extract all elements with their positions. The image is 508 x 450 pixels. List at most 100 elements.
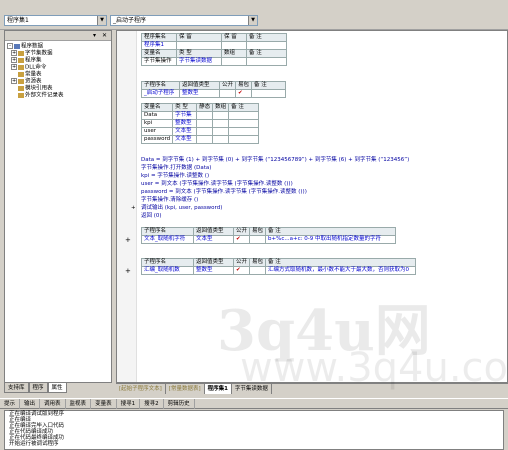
col-header: 易包 [235,81,253,90]
col-header: 备 注 [251,81,287,90]
tab-call-table[interactable]: 调用表 [40,399,66,409]
subprogram-value: _启动子程序 [113,17,147,24]
tab-program[interactable]: 程序 [28,383,48,393]
return-type[interactable]: 文本型 [193,235,234,244]
folder-icon [18,92,24,98]
local-var-type[interactable]: 文本型 [172,135,198,144]
tab-watch-table[interactable]: 监视表 [66,399,92,409]
code-line[interactable]: 字节集操作.清除缓存 () [141,196,198,204]
code-line[interactable]: password = 到文本 (字节集操作.读字节集 (字节集操作.读整数 ()… [141,188,307,196]
subprogram-table-2: 子程序名 返回值类型 公开 易包 备 注 文本_取随机字符 文本型 ✔ b+%c… [141,227,397,244]
tab-output[interactable]: 输出 [20,399,41,409]
subprogram-select[interactable]: _启动子程序 ▼ [110,15,258,26]
expand-icon[interactable]: + [11,57,17,63]
col-header: 静态 [196,103,214,112]
code-line[interactable]: user = 到文本 (字节集操作.读字节集 (字节集操作.读整数 ())) [141,180,293,188]
local-var-type[interactable]: 字节集 [172,111,198,120]
return-type[interactable]: 整数型 [179,89,220,98]
tab-constant-table[interactable]: [常量数据表] [166,384,205,394]
local-var-name[interactable]: Data [140,111,174,120]
tab-variable-table[interactable]: 变量表 [91,399,117,409]
tree-item-label: 模块引用表 [25,85,53,92]
return-type[interactable]: 整数型 [193,266,234,275]
program-set-select[interactable]: 程序集1 ▼ [4,15,107,26]
tree-item[interactable]: 外部文件记录表 [7,92,109,99]
col-header: 程序集名 [141,33,177,42]
tree-item[interactable]: - 程序数据 [7,43,109,50]
expand-icon[interactable] [11,85,17,91]
tab-start-subprogram[interactable]: [起始子程序文本] [116,384,166,394]
col-header: 数组 [221,49,247,58]
expand-icon[interactable]: + [11,78,17,84]
panel-buttons[interactable]: ▾ ✕ [93,31,109,41]
tree-item-label: 字节集数据 [25,50,53,57]
tab-support-library[interactable]: 支持库 [4,383,29,393]
subprogram-name[interactable]: _启动子程序 [141,89,180,98]
tree-item-label: 资源表 [25,78,42,85]
editor-tabs: [起始子程序文本] [常量数据表] 程序集1 字节集读数据 [116,383,508,394]
tab-byte-set-reader[interactable]: 字节集读数据 [232,384,272,394]
chevron-down-icon[interactable]: ▼ [248,16,257,25]
col-header: 保 留 [176,33,222,42]
tree-item[interactable]: + 程序集 [7,57,109,64]
expand-icon[interactable] [11,92,17,98]
col-header: 返回值类型 [179,81,220,90]
tree-item[interactable]: + 资源表 [7,78,109,85]
expand-icon[interactable]: + [11,50,17,56]
local-var-name[interactable]: user [140,127,174,136]
project-tree-panel: ▾ ✕ - 程序数据 + 字节集数据 + 程序集 + DLL命令 常量表 + 资源表 模块引用表 外部文… [4,30,112,383]
col-header: 变量名 [141,49,177,58]
collapse-icon[interactable]: - [7,43,13,49]
local-var-type[interactable]: 文本型 [172,127,198,136]
tab-program-set-1[interactable]: 程序集1 [204,384,232,394]
folder-icon [14,43,20,49]
watermark-logo: 3q4u网 [217,298,431,364]
tab-search-1[interactable]: 搜寻1 [117,399,141,409]
tree-item-label: 程序数据 [21,43,44,50]
expand-icon[interactable]: + [11,64,17,70]
chevron-down-icon[interactable]: ▼ [97,16,106,25]
local-var-name[interactable]: kpi [140,119,174,128]
tree-item[interactable]: + DLL命令 [7,64,109,71]
tab-properties[interactable]: 属性 [47,383,67,393]
code-line[interactable]: 调试输出 (kpi, user, password) [141,204,222,212]
folder-icon [18,50,24,56]
subprogram-note[interactable]: b+%c...a+c: 0-9 中取出随机指定数量的字符 [265,235,397,244]
col-header: 易包 [249,258,267,267]
folder-icon [18,71,24,77]
code-line[interactable]: 返回 (0) [141,212,162,220]
code-line[interactable]: kpi = 字节集操作.读整数 () [141,172,209,180]
code-line[interactable]: Data = 到字节集 (1) + 到字节集 (0) + 到字节集 (“1234… [141,156,409,164]
code-editor[interactable]: 程序集名 保 留 保 留 备 注 程序集1 变量名 类 型 数组 备 注 字节集… [116,30,508,383]
expand-icon[interactable]: + [125,236,131,244]
tree-item[interactable]: + 字节集数据 [7,50,109,57]
local-var-type[interactable]: 整数型 [172,119,198,128]
tab-clip-history[interactable]: 剪辑历史 [164,399,195,409]
subprogram-name[interactable]: 汇编_取随机数 [141,266,194,275]
check-icon[interactable]: ✔ [235,89,253,98]
check-icon[interactable]: ✔ [232,266,251,275]
check-icon[interactable]: ✔ [232,235,251,244]
col-header: 公开 [232,227,251,236]
tree-item[interactable]: 常量表 [7,71,109,78]
tree-item-label: 程序集 [25,57,42,64]
folder-icon [18,85,24,91]
expand-icon[interactable]: + [125,267,131,275]
local-var-name[interactable]: password [140,135,174,144]
expand-icon[interactable] [11,71,17,77]
var-type[interactable]: 字节集读数据 [176,57,222,66]
col-header: 备 注 [228,103,260,112]
code-line[interactable]: 字节集操作.打开数据 (Data) [141,164,211,172]
subprogram-note[interactable]: 汇编方式取随机数，最小数不能大于最大数，否则获取为0 [265,266,417,275]
tree-item[interactable]: 模块引用表 [7,85,109,92]
tab-search-2[interactable]: 搜寻2 [140,399,164,409]
output-panel[interactable]: 正在编译调试版到程序 正在编译 正在编译完毕入口代码 正在代码编译成功 正在代码… [4,410,504,450]
var-name[interactable]: 字节集操作 [141,57,177,66]
tab-hint[interactable]: 提示 [0,399,21,409]
col-header: 返回值类型 [193,227,234,236]
col-header: 类 型 [176,49,222,58]
subprogram-name[interactable]: 文本_取随机字符 [141,235,194,244]
col-header: 公开 [218,81,237,90]
program-set-name[interactable]: 程序集1 [141,41,177,50]
col-header: 子程序名 [141,258,194,267]
